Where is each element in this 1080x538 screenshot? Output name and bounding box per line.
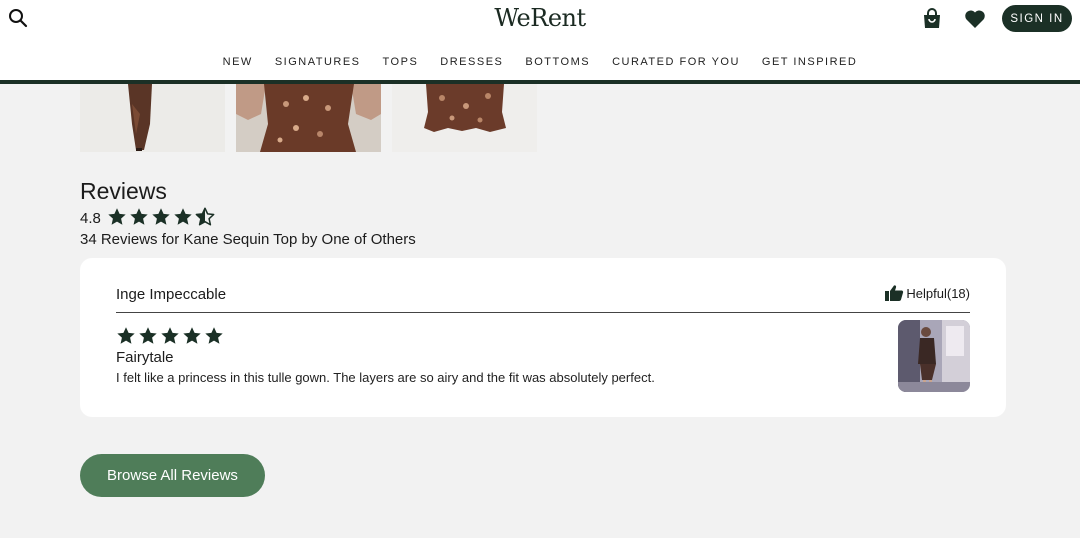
helpful-label: Helpful(18) <box>906 285 970 301</box>
reviewer-name: Inge Impeccable <box>116 286 227 303</box>
review-title: Fairytale <box>116 349 174 366</box>
nav-item-bottoms[interactable]: BOTTOMS <box>525 56 590 68</box>
nav-item-signatures[interactable]: SIGNATURES <box>275 56 361 68</box>
star-icon <box>108 208 126 225</box>
shopping-bag-icon[interactable] <box>921 8 943 30</box>
nav-item-get-inspired[interactable]: GET INSPIRED <box>762 56 857 68</box>
star-icon <box>183 327 201 344</box>
site-logo[interactable]: WeRent <box>0 4 1080 32</box>
product-thumbnail[interactable] <box>392 84 537 152</box>
review-card: Inge Impeccable Helpful(18) Fairytale I … <box>80 258 1006 417</box>
star-icon <box>174 208 192 225</box>
product-thumbnail[interactable] <box>80 84 225 152</box>
star-icon <box>161 327 179 344</box>
product-thumbnail[interactable] <box>236 84 381 152</box>
reviews-count: 34 Reviews for Kane Sequin Top by One of… <box>80 231 416 248</box>
review-photo[interactable] <box>898 320 970 392</box>
main-nav: NEW SIGNATURES TOPS DRESSES BOTTOMS CURA… <box>0 56 1080 68</box>
helpful-button[interactable]: Helpful(18) <box>884 284 970 302</box>
divider <box>116 312 970 313</box>
half-star-icon <box>195 207 215 226</box>
nav-item-curated-for-you[interactable]: CURATED FOR YOU <box>612 56 740 68</box>
star-icon <box>205 327 223 344</box>
review-body: I felt like a princess in this tulle gow… <box>116 370 655 385</box>
nav-item-new[interactable]: NEW <box>223 56 253 68</box>
site-header: WeRent SIGN IN NEW SIGNATURES TOPS DRESS… <box>0 0 1080 84</box>
star-icon <box>152 208 170 225</box>
average-rating: 4.8 <box>80 210 101 227</box>
sign-in-button[interactable]: SIGN IN <box>1002 5 1072 32</box>
star-icon <box>130 208 148 225</box>
reviews-heading: Reviews <box>80 178 167 204</box>
nav-item-tops[interactable]: TOPS <box>383 56 419 68</box>
star-icon <box>117 327 135 344</box>
nav-item-dresses[interactable]: DRESSES <box>440 56 503 68</box>
thumbs-up-icon <box>885 285 904 301</box>
heart-icon[interactable] <box>964 9 986 29</box>
star-icon <box>139 327 157 344</box>
average-rating-stars <box>107 207 215 227</box>
browse-all-reviews-button[interactable]: Browse All Reviews <box>80 454 265 497</box>
review-rating-stars <box>116 326 224 346</box>
